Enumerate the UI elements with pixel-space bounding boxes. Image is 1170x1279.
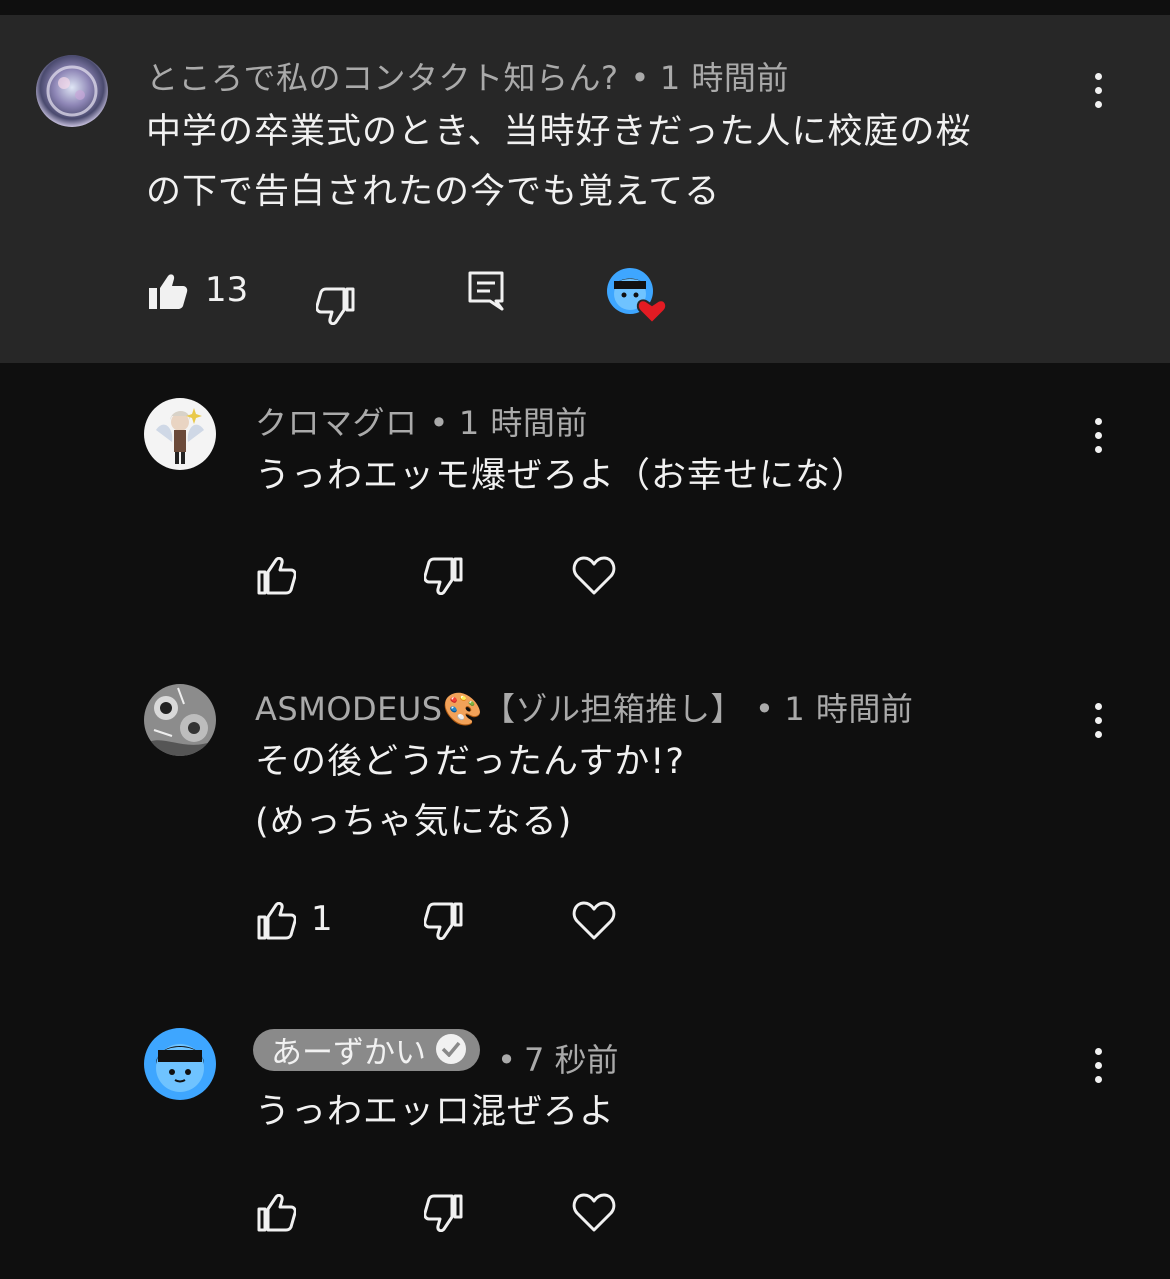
dislike-icon [424, 902, 463, 940]
like-button[interactable] [256, 557, 296, 595]
like-button[interactable] [256, 1194, 296, 1232]
comment-meta: ASMODEUS🎨【ゾル担箱推し】 • 1 時間前 [255, 684, 913, 730]
comment-time[interactable]: 1 時間前 [784, 690, 913, 728]
more-icon[interactable] [1078, 1035, 1118, 1095]
dislike-icon [424, 557, 463, 595]
comment-author[interactable]: ところで私のコンタクト知らん? [146, 59, 619, 97]
comment-text: うっわエッロ混ぜろよ [255, 1092, 616, 1132]
dislike-icon [424, 1194, 463, 1232]
heart-button[interactable] [572, 1192, 616, 1232]
creator-heart-badge [606, 267, 670, 325]
verified-icon [436, 1034, 466, 1064]
comment-author[interactable]: ASMODEUS🎨【ゾル担箱推し】 [255, 690, 743, 728]
comment-time[interactable]: 7 秒前 [524, 1041, 619, 1079]
meta-separator: • [630, 59, 650, 97]
comment-author[interactable]: クロマグロ [255, 404, 418, 442]
comment-meta: あーずかい • 7 秒前 [253, 1029, 619, 1081]
like-count: 13 [205, 270, 249, 310]
avatar[interactable] [144, 1028, 216, 1100]
dislike-button[interactable] [424, 1194, 464, 1232]
meta-separator: • [497, 1041, 516, 1079]
heart-icon [636, 299, 668, 325]
top-divider [0, 0, 1170, 15]
highlighted-comment: ところで私のコンタクト知らん? • 1 時間前 中学の卒業式のとき、当時好きだった人… [0, 15, 1170, 363]
more-icon[interactable] [1078, 690, 1118, 750]
like-button[interactable] [256, 902, 296, 940]
creator-chip[interactable]: あーずかい [253, 1029, 480, 1071]
like-button[interactable] [148, 273, 188, 311]
heart-icon [572, 1193, 616, 1232]
dislike-icon [316, 287, 355, 325]
avatar[interactable] [144, 684, 216, 756]
comment-time[interactable]: 1 時間前 [459, 404, 588, 442]
heart-button[interactable] [572, 555, 616, 595]
comment-text: その後どうだったんすか!? (めっちゃ気になる) [255, 742, 685, 842]
comment-meta: クロマグロ • 1 時間前 [255, 398, 588, 444]
more-icon[interactable] [1078, 60, 1118, 120]
like-icon [257, 1194, 296, 1232]
heart-button[interactable] [572, 900, 616, 940]
meta-separator: • [754, 690, 775, 728]
meta-separator: • [429, 404, 449, 442]
dislike-button[interactable] [316, 287, 356, 325]
like-icon [257, 902, 296, 940]
avatar[interactable] [36, 55, 108, 127]
comment-text: うっわエッモ爆ぜろよ（お幸せにな） [255, 456, 868, 496]
like-icon [257, 557, 296, 595]
like-icon [149, 274, 188, 309]
comment-meta: ところで私のコンタクト知らん? • 1 時間前 [146, 53, 789, 99]
heart-icon [572, 556, 616, 595]
dislike-button[interactable] [424, 902, 464, 940]
comment-time[interactable]: 1 時間前 [660, 59, 789, 97]
comment-author: あーずかい [271, 1034, 426, 1071]
dislike-button[interactable] [424, 557, 464, 595]
heart-icon [572, 901, 616, 940]
reply-icon [468, 271, 504, 311]
like-count: 1 [311, 899, 333, 939]
avatar[interactable] [144, 398, 216, 470]
more-icon[interactable] [1078, 405, 1118, 465]
reply-button[interactable] [468, 271, 504, 311]
comment-text: 中学の卒業式のとき、当時好きだった人に校庭の桜 の下で告白されたの今でも覚えてる [146, 112, 972, 212]
